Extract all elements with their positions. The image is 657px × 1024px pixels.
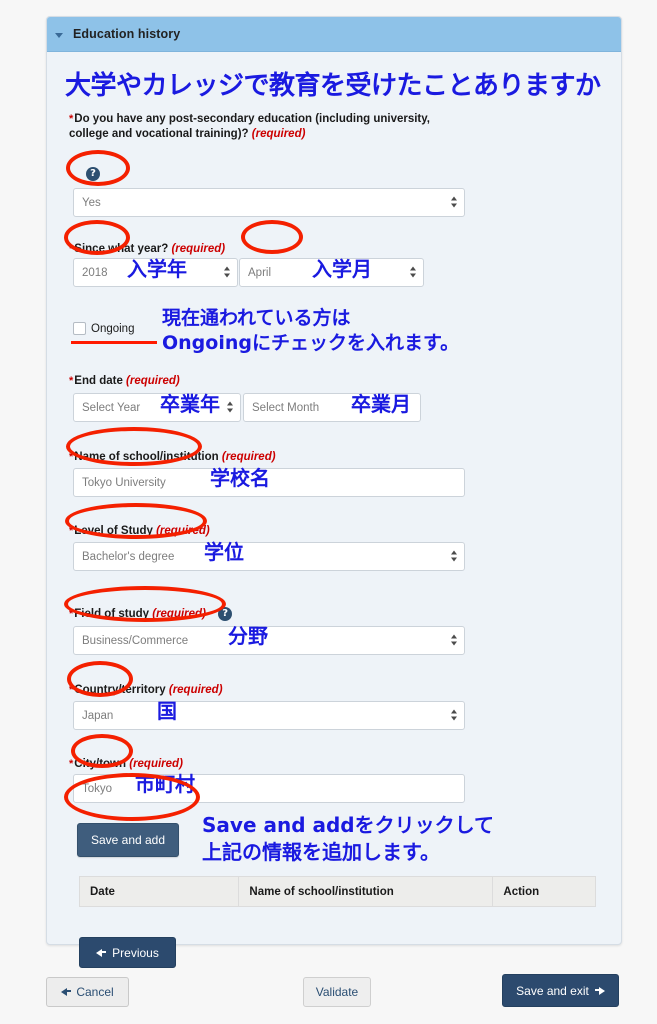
annotation-level-jp: 学位 <box>204 540 244 564</box>
since-year-label: *Since what year? (required) <box>69 243 226 255</box>
level-of-study-value: Bachelor's degree <box>82 550 175 563</box>
page-root: Education history 大学やカレッジで教育を受けたことありますか … <box>0 0 657 1024</box>
save-and-add-label: Save and add <box>90 833 166 847</box>
required-note: (required) <box>126 375 180 387</box>
annotation-ongoing-note-2: Ongoingにチェックを入れます。 <box>162 332 460 354</box>
country-select[interactable]: Japan <box>73 701 465 730</box>
annotation-grad-year-jp: 卒業年 <box>160 392 220 416</box>
panel-title: Education history <box>73 27 181 41</box>
education-entries-table: Date Name of school/institution Action <box>79 876 596 907</box>
city-value: Tokyo <box>82 782 113 795</box>
field-level-of-study: *Level of Study (required) <box>69 524 210 543</box>
level-of-study-label: *Level of Study (required) <box>69 525 210 537</box>
validate-button[interactable]: Validate <box>303 977 371 1007</box>
question-mark-icon[interactable]: ? <box>218 607 233 621</box>
annotation-save-add-note-1: Save and addをクリックして <box>202 813 495 837</box>
post-secondary-select[interactable]: Yes <box>73 188 465 217</box>
since-month-value: April <box>248 266 272 279</box>
save-and-exit-label: Save and exit <box>516 983 589 998</box>
end-date-year-placeholder: Select Year <box>82 401 141 414</box>
required-asterisk: * <box>69 758 74 770</box>
annotation-grad-month-jp: 卒業月 <box>351 392 411 416</box>
footer-actions: Cancel Validate Save and exit <box>0 960 657 1024</box>
question-mark-icon[interactable]: ? <box>86 166 100 181</box>
select-spinner-icon <box>226 401 233 414</box>
required-note: (required) <box>152 608 206 621</box>
required-asterisk: * <box>69 608 74 620</box>
city-input[interactable]: Tokyo <box>73 774 465 803</box>
field-of-study-value: Business/Commerce <box>82 634 189 647</box>
table-header-school: Name of school/institution <box>239 877 494 906</box>
annotation-country-jp: 国 <box>157 699 177 723</box>
required-asterisk: * <box>69 684 74 696</box>
select-spinner-icon <box>450 196 457 209</box>
ongoing-label: Ongoing <box>91 322 135 335</box>
arrow-right-icon <box>598 986 605 995</box>
end-date-label: *End date (required) <box>69 375 180 387</box>
required-asterisk: * <box>69 375 74 387</box>
panel-body: 大学やカレッジで教育を受けたことありますか *Do you have any p… <box>47 52 621 968</box>
post-secondary-label: *Do you have any post-secondary educatio… <box>69 113 430 141</box>
field-field-of-study: *Field of study (required) ? <box>69 607 233 626</box>
required-note: (required) <box>251 128 306 141</box>
post-secondary-value: Yes <box>82 196 101 209</box>
select-spinner-icon <box>223 266 230 279</box>
cancel-button[interactable]: Cancel <box>46 977 129 1007</box>
city-label: *City/town (required) <box>69 758 183 770</box>
field-country: *Country/territory (required) <box>69 683 223 702</box>
field-post-secondary: *Do you have any post-secondary educatio… <box>69 112 469 147</box>
school-name-value: Tokyo University <box>82 476 166 489</box>
ongoing-underline-annotation <box>71 341 157 344</box>
required-note: (required) <box>221 451 276 463</box>
annotation-school-name-jp: 学校名 <box>210 466 270 490</box>
previous-label: Previous <box>112 945 159 960</box>
annotation-entry-year-jp: 入学年 <box>127 257 187 281</box>
annotation-save-add-note-2: 上記の情報を追加します。 <box>202 840 440 864</box>
ongoing-checkbox[interactable] <box>73 322 86 335</box>
field-of-study-label: *Field of study (required) ? <box>69 607 233 622</box>
education-history-panel: Education history 大学やカレッジで教育を受けたことありますか … <box>46 16 622 968</box>
required-asterisk: * <box>69 451 74 463</box>
chevron-down-icon[interactable] <box>55 32 63 38</box>
required-note: (required) <box>156 525 210 537</box>
required-asterisk: * <box>69 243 74 255</box>
ongoing-checkbox-row[interactable]: Ongoing <box>73 322 134 335</box>
required-asterisk: * <box>69 525 74 537</box>
level-of-study-select[interactable]: Bachelor's degree <box>73 542 465 571</box>
annotation-city-jp: 市町村 <box>135 772 195 796</box>
save-and-add-button[interactable]: Save and add <box>77 823 179 857</box>
required-asterisk: * <box>69 113 74 125</box>
select-spinner-icon <box>450 634 457 647</box>
table-header-action: Action <box>503 885 540 898</box>
required-note: (required) <box>168 684 223 696</box>
required-note: (required) <box>171 243 226 255</box>
field-of-study-select[interactable]: Business/Commerce <box>73 626 465 655</box>
required-note: (required) <box>129 758 183 770</box>
annotation-field-jp: 分野 <box>228 624 268 648</box>
country-label: *Country/territory (required) <box>69 684 223 696</box>
field-end-date: *End date (required) <box>69 374 180 393</box>
country-value: Japan <box>82 709 114 722</box>
validate-label: Validate <box>315 985 359 999</box>
end-date-month-placeholder: Select Month <box>252 401 320 414</box>
select-spinner-icon <box>450 550 457 563</box>
annotation-entry-month-jp: 入学月 <box>312 257 372 281</box>
select-spinner-icon <box>409 266 416 279</box>
table-header-date: Date <box>80 877 240 906</box>
school-name-label: *Name of school/institution (required) <box>69 451 276 463</box>
annotation-ongoing-note-1: 現在通われている方は <box>162 307 351 329</box>
save-and-exit-button[interactable]: Save and exit <box>502 974 619 1007</box>
cancel-label: Cancel <box>76 985 114 999</box>
post-secondary-help-icon-wrap[interactable]: ? <box>86 165 100 183</box>
since-year-value: 2018 <box>82 266 108 279</box>
panel-header[interactable]: Education history <box>47 17 621 52</box>
select-spinner-icon <box>450 709 457 722</box>
annotation-heading-jp: 大学やカレッジで教育を受けたことありますか <box>65 71 601 101</box>
